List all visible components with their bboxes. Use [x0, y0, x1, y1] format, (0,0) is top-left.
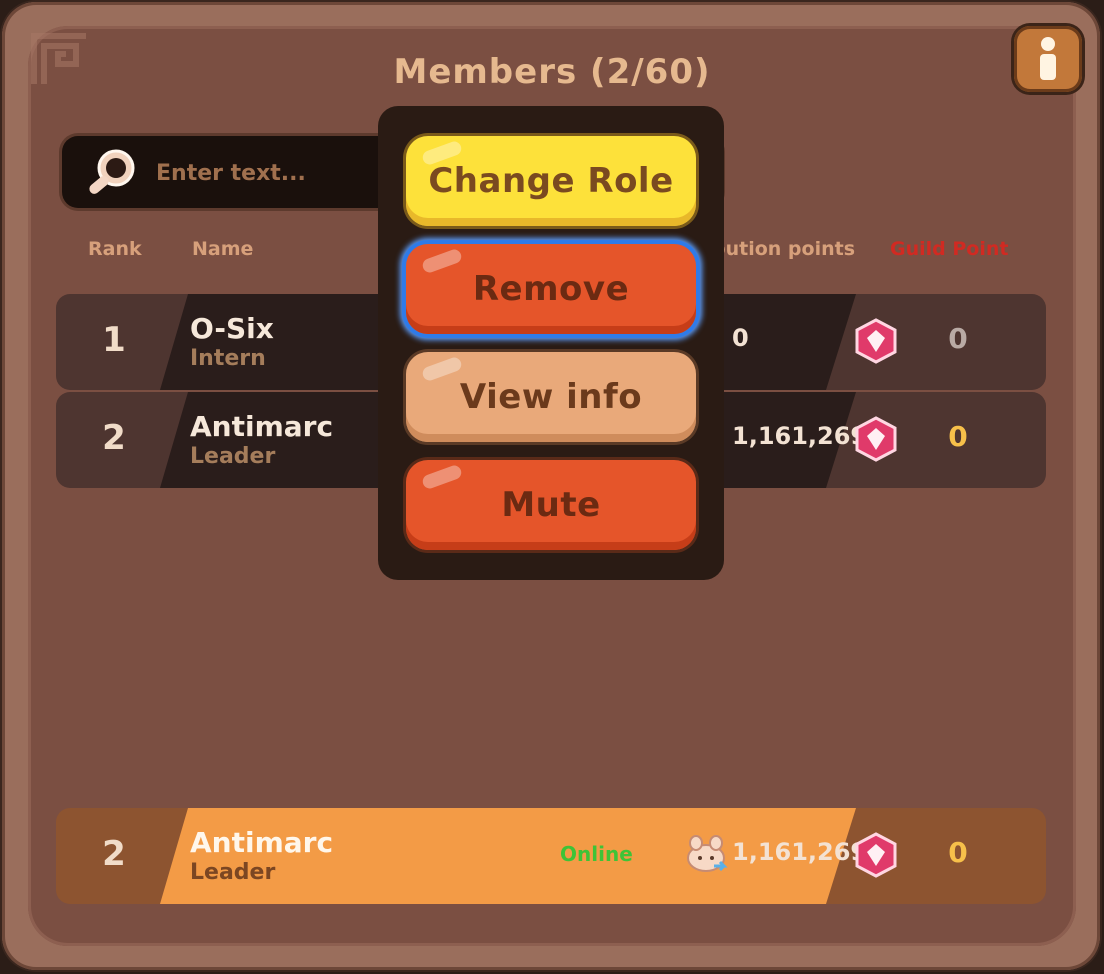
guild-badge-icon [855, 318, 897, 364]
self-member-row[interactable]: 2 Antimarc Leader Online 1,161,269 0 [56, 808, 1046, 904]
member-rank: 2 [102, 834, 126, 874]
member-role: Intern [190, 346, 266, 371]
member-rank: 1 [102, 320, 126, 360]
button-shine [420, 463, 464, 491]
view-info-label: View info [459, 377, 643, 417]
remove-button[interactable]: Remove [406, 244, 696, 334]
change-role-label: Change Role [428, 161, 674, 201]
member-status: Online [560, 842, 633, 866]
mute-label: Mute [501, 485, 601, 525]
member-role: Leader [190, 444, 276, 469]
member-guild-point: 0 [948, 420, 968, 453]
change-role-button[interactable]: Change Role [406, 136, 696, 226]
button-shine [420, 247, 464, 275]
view-info-button[interactable]: View info [406, 352, 696, 442]
member-contribution: 0 [732, 324, 749, 352]
column-header-rank: Rank [88, 238, 142, 260]
guild-badge-icon [855, 832, 897, 878]
magnifier-icon[interactable] [84, 146, 140, 200]
guild-badge-icon [855, 416, 897, 462]
member-guild-point: 0 [948, 836, 968, 869]
member-rank: 2 [102, 418, 126, 458]
member-contribution: 1,161,269 [732, 422, 868, 450]
member-action-menu: Change Role Remove View info Mute [378, 106, 724, 580]
column-header-name: Name [192, 238, 254, 260]
page-title: Members (2/60) [393, 52, 711, 92]
mute-button[interactable]: Mute [406, 460, 696, 550]
pet-icon [687, 835, 728, 872]
member-name: Antimarc [190, 826, 334, 859]
button-shine [420, 355, 464, 383]
member-name: O-Six [190, 312, 274, 345]
member-role: Leader [190, 860, 276, 885]
remove-label: Remove [472, 269, 630, 309]
info-button[interactable] [1014, 26, 1082, 92]
member-name: Antimarc [190, 410, 334, 443]
column-header-contribution: bution points [712, 238, 856, 260]
column-header-guild-point: Guild Point [890, 238, 1009, 260]
member-contribution: 1,161,269 [732, 838, 868, 866]
member-guild-point: 0 [948, 322, 968, 355]
info-icon [1040, 37, 1056, 80]
